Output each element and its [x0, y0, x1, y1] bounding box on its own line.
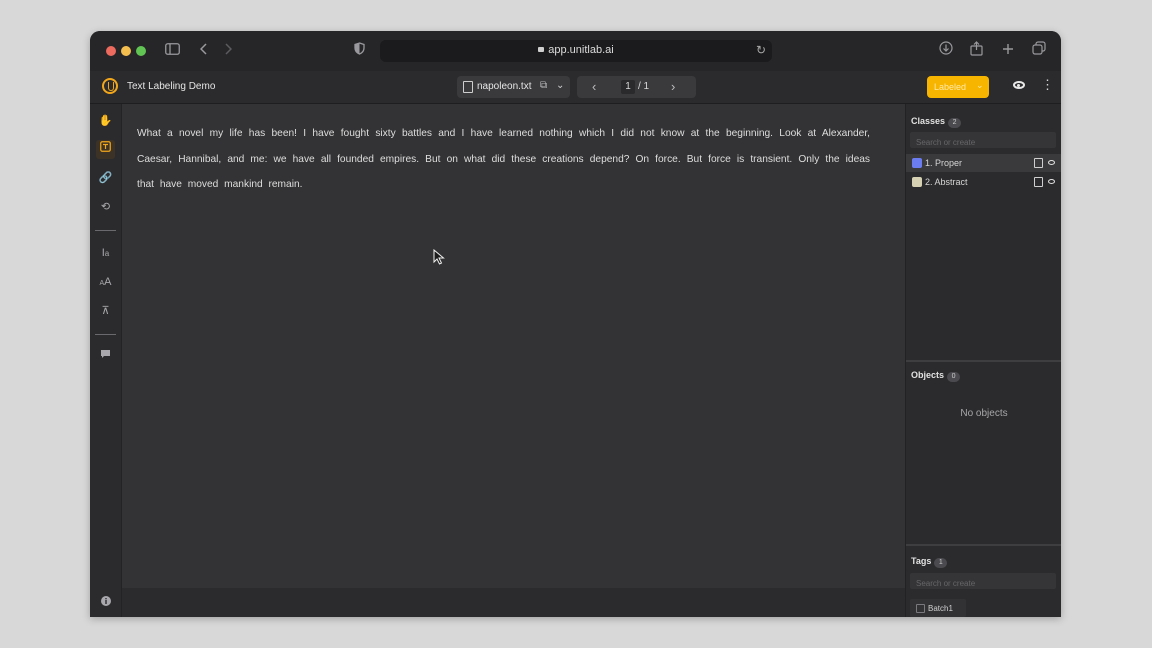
browser-toolbar: app.unitlab.ai ↻: [90, 31, 1061, 71]
label-status-text: Labeled: [934, 82, 967, 92]
app-toolbar: Text Labeling Demo napoleon.txt ⧉ ⌄ ‹ 1 …: [90, 71, 1061, 104]
previous-page-icon[interactable]: ‹: [592, 79, 596, 94]
font-size-icon[interactable]: AA: [96, 273, 115, 292]
tags-header: Tags 1: [911, 556, 948, 568]
forward-icon[interactable]: [224, 41, 233, 61]
class-label: 2. Abstract: [925, 177, 968, 187]
eye-icon[interactable]: [1048, 160, 1055, 165]
classes-count-badge: 2: [948, 118, 962, 128]
eye-icon[interactable]: [1048, 179, 1055, 184]
classes-header: Classes 2: [911, 116, 962, 128]
document-icon: [463, 81, 473, 93]
tag-search-box[interactable]: [910, 573, 1056, 592]
browser-window: app.unitlab.ai ↻ Text Labeling Demo napo…: [90, 31, 1061, 617]
align-icon[interactable]: ⊼: [96, 302, 115, 321]
eye-icon[interactable]: [1013, 81, 1025, 89]
class-item-abstract[interactable]: 2. Abstract: [906, 173, 1061, 191]
tags-count-badge: 1: [934, 558, 948, 568]
text-annotation-area[interactable]: What a novel my life has been! I have fo…: [122, 104, 905, 588]
panel-divider: [906, 360, 1061, 362]
class-search-input[interactable]: [910, 134, 1056, 151]
file-name: napoleon.txt: [477, 81, 532, 92]
project-title: Text Labeling Demo: [127, 81, 216, 92]
page-number-input[interactable]: 1: [621, 80, 635, 94]
tag-checkbox[interactable]: [916, 604, 925, 613]
chevron-down-icon[interactable]: ⌄: [976, 80, 984, 91]
tag-label: Batch1: [928, 604, 953, 613]
hand-icon[interactable]: ✋: [96, 112, 115, 131]
chevron-down-icon[interactable]: ⌄: [556, 80, 564, 91]
maximize-window-button[interactable]: [136, 46, 146, 56]
address-bar[interactable]: app.unitlab.ai ↻: [380, 40, 772, 62]
page-navigator: ‹ 1 / 1 ›: [577, 76, 696, 98]
tab-overview-icon[interactable]: [1032, 41, 1046, 61]
file-selector[interactable]: napoleon.txt ⧉ ⌄: [457, 76, 570, 98]
new-tab-icon[interactable]: [1002, 41, 1014, 61]
class-search-box[interactable]: [910, 132, 1056, 151]
minimize-window-button[interactable]: [121, 46, 131, 56]
class-color-swatch: [912, 177, 922, 187]
tool-sidebar: ✋ 🔗 ⟲ Ia AA ⊼: [90, 104, 122, 617]
status-bar: [122, 588, 905, 617]
right-panel: Classes2 1. Proper 2. Abstract Objects0 …: [905, 104, 1061, 617]
shield-icon[interactable]: [354, 41, 365, 61]
class-item-proper[interactable]: 1. Proper: [906, 154, 1061, 172]
reload-icon[interactable]: ↻: [756, 43, 766, 57]
share-icon[interactable]: [970, 41, 983, 62]
class-color-swatch: [912, 158, 922, 168]
unitlab-logo-icon: [102, 78, 118, 94]
lock-icon: [538, 47, 545, 52]
more-options-icon[interactable]: ⋮: [1041, 78, 1054, 91]
info-icon[interactable]: [96, 594, 115, 613]
page-total: / 1: [638, 81, 650, 92]
url-text: app.unitlab.ai: [548, 44, 614, 56]
text-select-icon[interactable]: [96, 140, 115, 159]
tag-search-input[interactable]: [910, 575, 1056, 592]
tag-item-batch1[interactable]: Batch1: [910, 599, 966, 617]
history-icon[interactable]: ⟲: [96, 198, 115, 217]
download-icon[interactable]: [939, 41, 953, 61]
book-icon[interactable]: [1034, 177, 1043, 187]
comment-icon[interactable]: [96, 347, 115, 366]
panel-divider: [906, 544, 1061, 546]
no-objects-text: No objects: [960, 408, 1008, 419]
link-icon[interactable]: 🔗: [96, 169, 115, 188]
text-height-icon[interactable]: Ia: [96, 244, 115, 263]
objects-count-badge: 0: [947, 372, 961, 382]
label-status-button[interactable]: Labeled ⌄: [927, 76, 989, 98]
toolbar-divider: [95, 334, 116, 335]
objects-header: Objects 0: [911, 370, 961, 382]
book-icon[interactable]: [1034, 158, 1043, 168]
document-text[interactable]: What a novel my life has been! I have fo…: [137, 121, 870, 198]
next-page-icon[interactable]: ›: [671, 79, 675, 94]
back-icon[interactable]: [199, 41, 208, 61]
close-window-button[interactable]: [106, 46, 116, 56]
class-label: 1. Proper: [925, 158, 963, 168]
toolbar-divider: [95, 230, 116, 231]
copy-icon[interactable]: ⧉: [540, 80, 547, 91]
sidebar-toggle-icon[interactable]: [165, 41, 180, 61]
